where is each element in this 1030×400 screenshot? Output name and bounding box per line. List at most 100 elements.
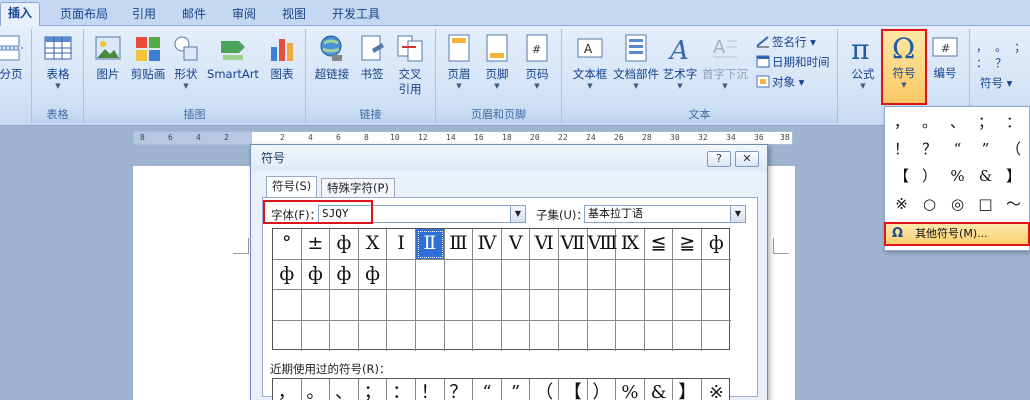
- picture-button[interactable]: 图片: [90, 31, 126, 82]
- tab-references[interactable]: 引用: [124, 4, 164, 26]
- symbol-cell[interactable]: Ⅷ: [587, 229, 618, 260]
- symbol-cell[interactable]: [559, 290, 588, 321]
- symbol-cell[interactable]: [559, 259, 588, 290]
- date-time-button[interactable]: 日期和时间: [756, 53, 830, 71]
- symbol-cell[interactable]: Ⅴ: [501, 229, 531, 260]
- symbol-cell[interactable]: [530, 320, 559, 351]
- textbox-button[interactable]: A 文本框 ▼: [570, 31, 610, 91]
- equation-button[interactable]: π 公式 ▼: [844, 31, 882, 91]
- symbol-cell[interactable]: Ⅳ: [473, 229, 502, 260]
- page-number-button[interactable]: # 页码 ▼: [520, 31, 554, 91]
- smartart-button[interactable]: SmartArt: [204, 31, 262, 82]
- symbol-cell[interactable]: ф: [702, 229, 731, 260]
- recent-symbol-cell[interactable]: 、: [330, 379, 359, 400]
- symbol-cell[interactable]: Ⅶ: [559, 229, 588, 260]
- signature-line-button[interactable]: 签名行 ▾: [756, 33, 816, 51]
- symbol-cell[interactable]: [416, 320, 445, 351]
- page-break-button[interactable]: 分页: [0, 31, 28, 82]
- dropdown-symbol[interactable]: ？: [915, 136, 944, 163]
- dropdown-symbol[interactable]: &: [971, 163, 1000, 190]
- numbering-button[interactable]: # 编号: [928, 30, 962, 81]
- tab-view[interactable]: 视图: [274, 4, 314, 26]
- symbol-cell[interactable]: [473, 290, 502, 321]
- chart-button[interactable]: 图表: [264, 31, 300, 82]
- dropdown-symbol[interactable]: %: [943, 163, 972, 190]
- symbol-cell[interactable]: ф: [330, 229, 359, 260]
- symbol-cell[interactable]: X: [358, 229, 388, 260]
- dropdown-symbol[interactable]: □: [971, 191, 1000, 218]
- symbol-cell[interactable]: Ⅲ: [444, 229, 474, 260]
- symbol-cell[interactable]: Ⅸ: [616, 229, 645, 260]
- special-symbols-top[interactable]: ， 。 ； ： ？: [976, 39, 1030, 71]
- symbol-cell[interactable]: [501, 290, 531, 321]
- clipart-button[interactable]: 剪贴画: [128, 31, 168, 82]
- symbol-cell[interactable]: [530, 290, 559, 321]
- symbol-cell[interactable]: ≦: [644, 229, 674, 260]
- symbol-cell[interactable]: [330, 320, 359, 351]
- tab-review[interactable]: 审阅: [224, 4, 264, 26]
- symbol-cell[interactable]: [502, 320, 531, 351]
- tab-mailings[interactable]: 邮件: [174, 4, 214, 26]
- dropdown-symbol[interactable]: ”: [971, 136, 1000, 163]
- symbol-cell[interactable]: [702, 290, 731, 321]
- symbol-cell[interactable]: [673, 320, 702, 351]
- symbol-cell[interactable]: [644, 290, 674, 321]
- recent-symbol-cell[interactable]: ：: [387, 379, 416, 400]
- chevron-down-icon[interactable]: ▼: [730, 206, 745, 222]
- recent-symbol-cell[interactable]: ？: [445, 379, 474, 400]
- header-button[interactable]: 页眉 ▼: [442, 31, 476, 91]
- subset-select[interactable]: 基本拉丁语 ▼: [584, 205, 746, 223]
- hyperlink-button[interactable]: 超链接: [310, 31, 354, 82]
- symbol-cell[interactable]: [387, 290, 416, 321]
- recent-symbol-cell[interactable]: &: [645, 379, 674, 400]
- symbol-cell[interactable]: °: [273, 229, 302, 260]
- recent-symbol-cell[interactable]: ；: [359, 379, 388, 400]
- recent-symbol-cell[interactable]: ※: [702, 379, 731, 400]
- dropdown-symbol[interactable]: 【: [887, 163, 916, 190]
- dropdown-symbol[interactable]: “: [943, 136, 972, 163]
- symbol-cell[interactable]: [616, 290, 645, 321]
- close-button[interactable]: ✕: [735, 151, 759, 167]
- symbol-cell[interactable]: [645, 320, 674, 351]
- symbol-cell[interactable]: [501, 259, 531, 290]
- symbol-cell[interactable]: ф: [301, 259, 331, 290]
- symbol-cell[interactable]: [644, 259, 674, 290]
- recent-symbol-cell[interactable]: （: [530, 379, 559, 400]
- symbol-cell[interactable]: [588, 320, 617, 351]
- recent-symbol-cell[interactable]: 【: [559, 379, 588, 400]
- dropdown-symbol[interactable]: ）: [915, 163, 944, 190]
- shapes-button[interactable]: 形状 ▼: [170, 31, 202, 91]
- symbol-cell[interactable]: [359, 320, 388, 351]
- symbol-cell[interactable]: [673, 259, 702, 290]
- dropdown-symbol[interactable]: ；: [971, 109, 1000, 136]
- dropdown-symbol[interactable]: ：: [999, 109, 1028, 136]
- symbol-cell[interactable]: [273, 320, 302, 351]
- symbol-cell[interactable]: [273, 290, 302, 321]
- symbol-cell[interactable]: ф: [273, 259, 302, 290]
- symbol-cell[interactable]: [473, 259, 502, 290]
- dropdown-symbol[interactable]: ○: [915, 191, 944, 218]
- chevron-down-icon[interactable]: ▼: [510, 206, 525, 222]
- recent-symbol-cell[interactable]: ”: [502, 379, 531, 400]
- symbol-cell[interactable]: [587, 290, 617, 321]
- tab-page-layout[interactable]: 页面布局: [52, 4, 116, 26]
- symbol-cell[interactable]: ф: [330, 259, 359, 290]
- symbol-cell[interactable]: [616, 259, 645, 290]
- symbol-cell[interactable]: [559, 320, 588, 351]
- drop-cap-button[interactable]: A 首字下沉 ▼: [700, 31, 750, 91]
- symbol-cell[interactable]: [330, 290, 359, 321]
- symbol-cell[interactable]: [473, 320, 502, 351]
- footer-button[interactable]: 页脚 ▼: [480, 31, 514, 91]
- tab-symbols[interactable]: 符号(S): [266, 176, 318, 198]
- symbol-cell[interactable]: [702, 321, 731, 352]
- symbol-cell[interactable]: [302, 320, 331, 351]
- symbol-cell[interactable]: [702, 260, 731, 290]
- symbol-cell[interactable]: [387, 320, 416, 351]
- symbol-cell[interactable]: [416, 290, 445, 321]
- dropdown-symbol[interactable]: ※: [887, 191, 916, 218]
- recent-symbol-cell[interactable]: ！: [416, 379, 445, 400]
- tab-developer[interactable]: 开发工具: [326, 4, 386, 26]
- special-symbols-menu[interactable]: 符号 ▾: [980, 75, 1012, 91]
- symbol-cell[interactable]: [444, 259, 474, 290]
- recent-symbol-cell[interactable]: %: [616, 379, 645, 400]
